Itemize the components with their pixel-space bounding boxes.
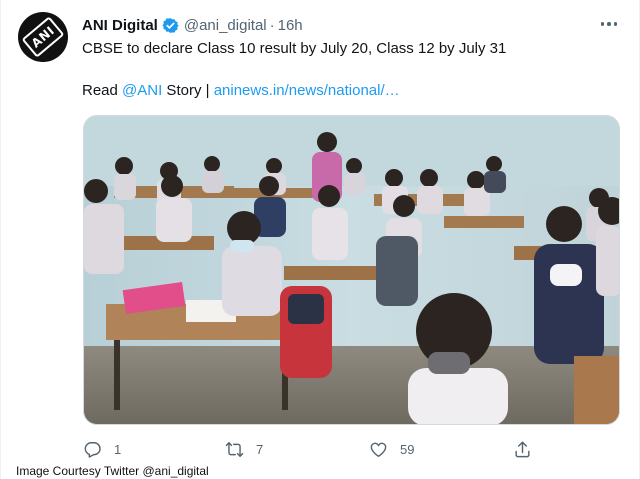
mention-link[interactable]: @ANI [122,82,162,99]
like-count: 59 [400,441,415,457]
author-handle[interactable]: @ani_digital [184,17,267,34]
reply-icon [84,441,101,458]
tweet-text: CBSE to declare Class 10 result by July … [82,40,507,57]
author-name[interactable]: ANI Digital [82,17,158,34]
read-prefix: Read [82,82,123,99]
image-credit-caption: Image Courtesy Twitter @ani_digital [16,464,209,478]
tweet-read-line: Read @ANI Story | aninews.in/news/nation… [82,82,400,99]
more-options-button[interactable] [598,14,620,34]
verified-badge-icon [162,17,179,33]
tweet-actions: 1 7 59 [0,437,640,461]
avatar[interactable]: ANI [18,12,68,62]
tweet-card[interactable]: ANI ANI Digital @ani_digital · 16h CBSE … [0,0,640,479]
header-separator: · [269,16,275,34]
tweet-photo[interactable] [83,115,620,425]
avatar-logo-text: ANI [21,16,65,58]
tweet-timestamp[interactable]: 16h [278,17,303,34]
tweet-header: ANI Digital @ani_digital · 16h [82,15,303,35]
share-icon [515,441,530,457]
more-horizontal-icon [600,22,605,26]
classroom-photo [84,116,619,424]
story-label: Story | [162,82,214,99]
retweet-icon [225,441,244,457]
heart-icon [370,442,387,457]
reply-count: 1 [114,441,122,457]
retweet-count: 7 [256,441,264,457]
reply-button[interactable]: 1 [83,437,121,461]
like-button[interactable]: 59 [369,437,414,461]
share-button[interactable] [513,437,532,461]
retweet-button[interactable]: 7 [225,437,263,461]
article-link[interactable]: aninews.in/news/national/… [214,82,400,99]
